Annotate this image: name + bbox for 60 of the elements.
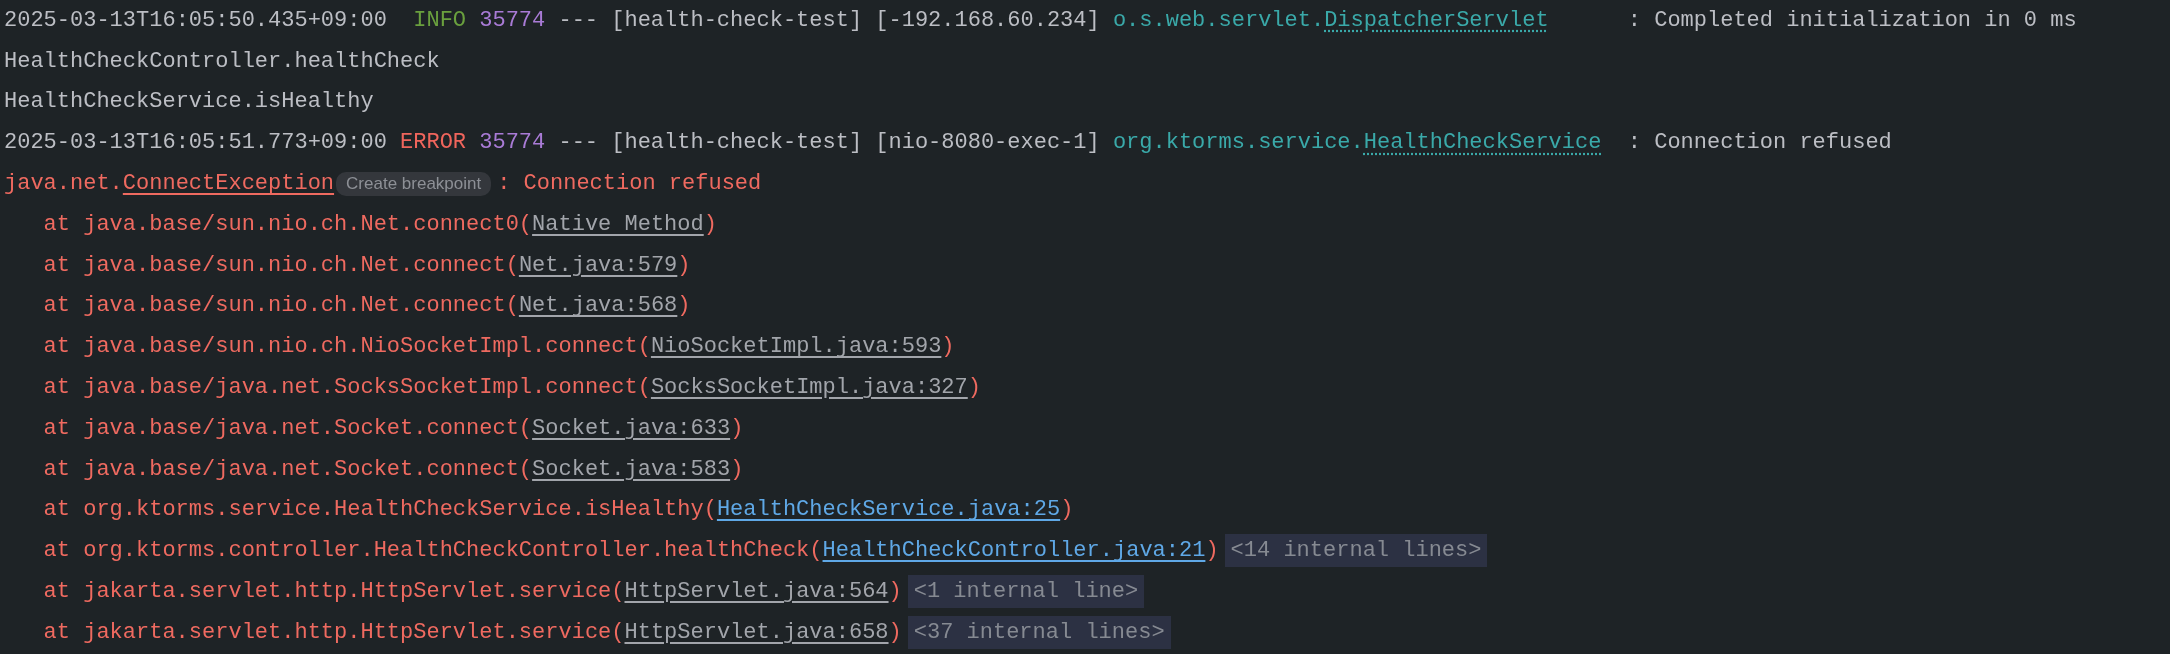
stack-frame-call: at java.base/sun.nio.ch.Net.connect( [43, 293, 519, 319]
logger-class-link[interactable]: HealthCheckService [1363, 130, 1602, 156]
thread-name: [-192.168.60.234] [875, 7, 1100, 33]
closing-paren: ) [941, 334, 955, 360]
closing-paren: ) [888, 619, 902, 645]
log-message: : Completed initialization in 0 ms [1627, 7, 2077, 33]
log-level: INFO [412, 7, 467, 33]
create-breakpoint-button[interactable]: Create breakpoint [336, 171, 492, 196]
closing-paren: ) [730, 415, 744, 441]
thread-name: [nio-8080-exec-1] [875, 130, 1100, 156]
source-link[interactable]: Socket.java:583 [532, 456, 731, 482]
closing-paren: ) [730, 456, 744, 482]
logger-package: org.ktorms.service. [1112, 130, 1364, 156]
exception-class-link[interactable]: ConnectException [122, 171, 335, 197]
exception-package: java.net. [4, 171, 123, 197]
timestamp: 2025-03-13T16:05:50.435+09:00 [4, 7, 387, 33]
stack-frame-call: at java.base/java.net.SocksSocketImpl.connect( [43, 375, 651, 401]
source-link[interactable]: HealthCheckService.java:25 [716, 497, 1061, 523]
stack-frame-call: at java.base/java.net.Socket.connect( [43, 456, 533, 482]
folded-lines-button[interactable]: <1 internal line> [907, 575, 1145, 609]
process-id: 35774 [479, 7, 546, 33]
stack-frame-call: at java.base/sun.nio.ch.NioSocketImpl.connect( [43, 334, 651, 360]
log-level: ERROR [400, 130, 467, 156]
closing-paren: ) [888, 579, 902, 605]
closing-paren: ) [1205, 538, 1219, 564]
timestamp: 2025-03-13T16:05:51.773+09:00 [4, 130, 387, 156]
source-link[interactable]: HttpServlet.java:658 [624, 619, 889, 645]
separator: --- [558, 130, 599, 156]
separator: --- [558, 7, 599, 33]
source-link[interactable]: Socket.java:633 [532, 415, 731, 441]
source-link[interactable]: HealthCheckController.java:21 [822, 538, 1206, 564]
stack-frame-call: at jakarta.servlet.http.HttpServlet.service( [43, 579, 625, 605]
stack-frame-call: at org.ktorms.service.HealthCheckService.isHealthy( [43, 497, 717, 523]
source-link[interactable]: HttpServlet.java:564 [624, 579, 889, 605]
closing-paren: ) [677, 293, 691, 319]
output-text: HealthCheckController.healthCheck [4, 48, 440, 74]
stack-frame-call: at org.ktorms.controller.HealthCheckController.healthCheck( [43, 538, 823, 564]
log-message: : Connection refused [1627, 130, 1892, 156]
app-name: [health-check-test] [611, 7, 863, 33]
stack-frame-call: at java.base/sun.nio.ch.Net.connect( [43, 252, 519, 278]
exception-message: : Connection refused [497, 171, 762, 197]
stack-frame-call: at java.base/java.net.Socket.connect( [43, 415, 533, 441]
logger-package: o.s.web.servlet. [1112, 7, 1325, 33]
source-link[interactable]: SocksSocketImpl.java:327 [650, 375, 968, 401]
stack-frame-call: at jakarta.servlet.http.HttpServlet.service( [43, 619, 625, 645]
source-link[interactable]: Native Method [532, 211, 704, 237]
folded-lines-button[interactable]: <14 internal lines> [1224, 534, 1488, 568]
logger-class-link[interactable]: DispatcherServlet [1324, 7, 1549, 33]
app-name: [health-check-test] [611, 130, 863, 156]
process-id: 35774 [479, 130, 546, 156]
closing-paren: ) [967, 375, 981, 401]
closing-paren: ) [1060, 497, 1074, 523]
stack-frame-call: at java.base/sun.nio.ch.Net.connect0( [43, 211, 533, 237]
closing-paren: ) [677, 252, 691, 278]
output-text: HealthCheckService.isHealthy [4, 89, 374, 115]
source-link[interactable]: NioSocketImpl.java:593 [650, 334, 942, 360]
closing-paren: ) [703, 211, 717, 237]
source-link[interactable]: Net.java:579 [518, 252, 678, 278]
folded-lines-button[interactable]: <37 internal lines> [907, 615, 1171, 649]
source-link[interactable]: Net.java:568 [518, 293, 678, 319]
